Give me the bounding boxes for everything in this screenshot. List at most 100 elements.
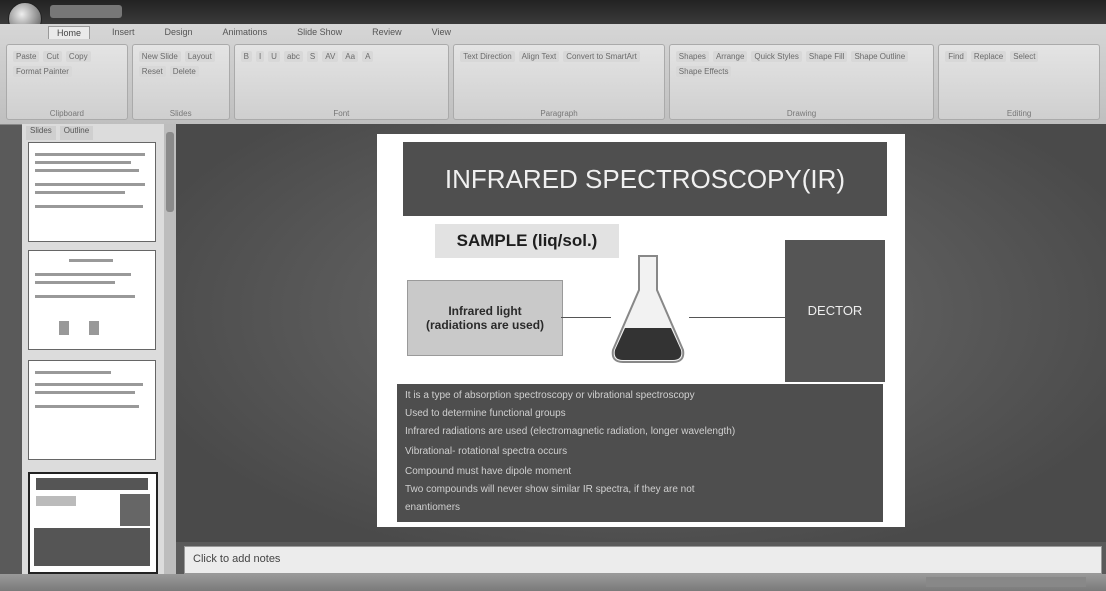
thumbnail-text-line	[35, 371, 111, 374]
bullet-item: Vibrational- rotational spectra occurs	[405, 446, 568, 457]
select-button[interactable]: Select	[1010, 51, 1039, 62]
connector-line	[689, 317, 785, 318]
paste-button[interactable]: Paste	[13, 51, 40, 62]
group-label: Paragraph	[540, 109, 578, 118]
bullet-item: Compound must have dipole moment	[405, 466, 572, 477]
new-slide-button[interactable]: New Slide	[138, 51, 181, 62]
quick-access-toolbar[interactable]	[50, 5, 122, 18]
window-title	[380, 5, 740, 19]
tab-animations[interactable]: Animations	[215, 26, 276, 39]
slide-thumbnail[interactable]	[28, 142, 156, 242]
tab-slide-show[interactable]: Slide Show	[289, 26, 350, 39]
tab-view[interactable]: View	[424, 26, 459, 39]
shadow-button[interactable]: S	[306, 51, 319, 62]
thumbnail-text-line	[35, 295, 135, 298]
group-label: Clipboard	[49, 109, 85, 118]
slides-panel-scrollbar[interactable]	[164, 124, 176, 574]
shape-outline-button[interactable]: Shape Outline	[851, 51, 909, 62]
strikethrough-button[interactable]: abc	[283, 51, 303, 62]
infrared-light-box[interactable]: Infrared light (radiations are used)	[407, 280, 563, 356]
group-editing: Find Replace Select Editing	[938, 44, 1100, 120]
shape-fill-button[interactable]: Shape Fill	[805, 51, 848, 62]
bullet-list[interactable]: It is a type of absorption spectroscopy …	[397, 384, 883, 522]
thumbnail-text-line	[35, 161, 131, 164]
shapes-button[interactable]: Shapes	[675, 51, 709, 62]
arrange-button[interactable]: Arrange	[712, 51, 748, 62]
ribbon-tabs: Home Insert Design Animations Slide Show…	[48, 26, 459, 39]
group-paragraph: Text Direction Align Text Convert to Sma…	[453, 44, 665, 120]
flask-icon	[611, 255, 685, 363]
shape-effects-button[interactable]: Shape Effects	[675, 66, 732, 77]
bullet-item: Used to determine functional groups	[405, 408, 566, 419]
bullet-item: Two compounds will never show similar IR…	[405, 484, 695, 495]
thumbnail-text-line	[35, 281, 115, 284]
bullet-item: enantiomers	[405, 502, 461, 513]
slide-thumbnail[interactable]	[28, 360, 156, 460]
zoom-controls[interactable]	[926, 577, 1086, 587]
tab-slides[interactable]: Slides	[26, 126, 56, 140]
tab-insert[interactable]: Insert	[104, 26, 143, 39]
tab-home[interactable]: Home	[48, 26, 91, 39]
text-direction-button[interactable]: Text Direction	[460, 51, 515, 62]
scrollbar-thumb[interactable]	[166, 132, 174, 212]
align-text-button[interactable]: Align Text	[518, 51, 560, 62]
slide-title[interactable]: INFRARED SPECTROSCOPY(IR)	[403, 142, 887, 216]
thumbnail-text-line	[35, 205, 143, 208]
quick-styles-button[interactable]: Quick Styles	[751, 51, 802, 62]
bullet-item: Infrared radiations are used (electromag…	[405, 426, 736, 437]
group-drawing: Shapes Arrange Quick Styles Shape Fill S…	[668, 44, 935, 120]
detector-box[interactable]: DECTOR	[785, 240, 885, 382]
italic-button[interactable]: I	[255, 51, 265, 62]
thumbnail-text-line	[35, 405, 139, 408]
thumbnail-box	[34, 528, 150, 566]
slide-thumbnail[interactable]	[28, 250, 156, 350]
slide-canvas[interactable]: INFRARED SPECTROSCOPY(IR) SAMPLE (liq/so…	[377, 134, 905, 527]
delete-button[interactable]: Delete	[169, 66, 199, 77]
thumbnail-text-line	[35, 391, 135, 394]
tab-design[interactable]: Design	[157, 26, 201, 39]
bullet-item: It is a type of absorption spectroscopy …	[405, 390, 695, 401]
notes-pane[interactable]: Click to add notes	[184, 546, 1102, 574]
ribbon: Home Insert Design Animations Slide Show…	[0, 24, 1106, 125]
thumbnail-text-line	[35, 183, 145, 186]
group-label: Drawing	[786, 109, 817, 118]
tab-review[interactable]: Review	[364, 26, 410, 39]
smartart-button[interactable]: Convert to SmartArt	[563, 51, 640, 62]
thumbnail-text-line	[35, 383, 143, 386]
group-label: Editing	[1006, 109, 1032, 118]
tab-outline[interactable]: Outline	[59, 126, 94, 140]
group-font: B I U abc S AV Aa A Font	[233, 44, 450, 120]
slide-thumbnail-selected[interactable]	[28, 472, 158, 574]
thumbnail-title-bar	[36, 478, 148, 490]
thumbnail-text-line	[35, 153, 145, 156]
copy-button[interactable]: Copy	[65, 51, 91, 62]
thumbnail-text-line	[35, 273, 131, 276]
reset-button[interactable]: Reset	[138, 66, 166, 77]
sample-label[interactable]: SAMPLE (liq/sol.)	[435, 224, 619, 258]
group-label: Font	[333, 109, 350, 118]
notes-placeholder: Click to add notes	[193, 553, 281, 565]
font-color-button[interactable]: A	[362, 51, 374, 62]
thumbnail-text-line	[69, 259, 113, 262]
underline-button[interactable]: U	[268, 51, 280, 62]
slides-panel: Slides Outline	[22, 124, 165, 574]
thumbnail-box	[120, 494, 150, 526]
title-bar	[0, 0, 1106, 36]
thumbnail-text-line	[35, 169, 139, 172]
thumbnail-figure	[89, 321, 99, 335]
find-button[interactable]: Find	[945, 51, 967, 62]
replace-button[interactable]: Replace	[970, 51, 1007, 62]
cut-button[interactable]: Cut	[43, 51, 62, 62]
format-painter-button[interactable]: Format Painter	[13, 66, 72, 77]
slide-editor: INFRARED SPECTROSCOPY(IR) SAMPLE (liq/so…	[176, 124, 1106, 542]
change-case-button[interactable]: Aa	[342, 51, 359, 62]
group-clipboard: Paste Cut Copy Format Painter Clipboard	[6, 44, 128, 120]
spacing-button[interactable]: AV	[322, 51, 339, 62]
bold-button[interactable]: B	[240, 51, 252, 62]
status-bar	[0, 574, 1106, 591]
layout-button[interactable]: Layout	[184, 51, 215, 62]
thumbnail-text-line	[35, 191, 125, 194]
thumbnail-box	[36, 496, 76, 506]
group-label: Slides	[169, 109, 192, 118]
thumbnail-figure	[59, 321, 69, 335]
